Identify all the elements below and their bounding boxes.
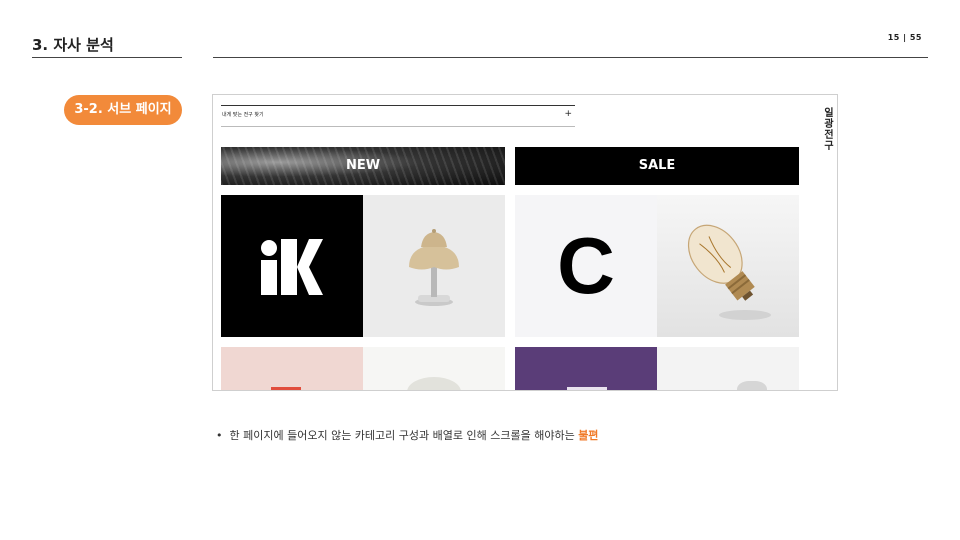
product-tile-pink[interactable]: [221, 347, 363, 390]
table-lamp-icon: [409, 229, 459, 306]
page-current: 15: [887, 33, 900, 42]
section-title: 3. 자사 분석: [32, 36, 114, 54]
section-title-underline: [32, 57, 182, 58]
red-product-label: [271, 387, 301, 390]
expand-plus-icon[interactable]: +: [564, 109, 572, 119]
brand-logo-tile-c[interactable]: C: [515, 195, 657, 337]
bullet-point: • 한 페이지에 들어오지 않는 카테고리 구성과 배열로 인해 스크롤을 해야…: [216, 427, 598, 443]
header-divider: [213, 57, 928, 58]
bulb-product-tile[interactable]: [657, 195, 799, 337]
c-logo-letter: C: [557, 221, 615, 310]
edison-bulb-icon: [687, 224, 771, 320]
page-total: 55: [909, 33, 922, 42]
white-product-shape: [407, 377, 461, 390]
page-number: 15 | 55: [888, 33, 922, 42]
brand-logo-tile-k[interactable]: [221, 195, 363, 337]
lamp-product-tile[interactable]: [363, 195, 505, 337]
brand-logo-vertical[interactable]: 일광전구: [823, 108, 835, 152]
grey-product-shape: [737, 381, 767, 390]
product-tile-purple[interactable]: [515, 347, 657, 390]
bullet-text: 한 페이지에 들어오지 않는 카테고리 구성과 배열로 인해 스크롤을 해야하는: [229, 429, 575, 442]
product-tile-grey[interactable]: [657, 347, 799, 390]
category-search-label: 내게 맞는 전구 찾기: [222, 112, 264, 118]
product-tile-white[interactable]: [363, 347, 505, 390]
website-screenshot: 내게 맞는 전구 찾기 + 일광전구 NEW SALE C: [212, 94, 838, 391]
k-logo-icon: [261, 239, 323, 295]
category-search-bar[interactable]: 내게 맞는 전구 찾기 +: [221, 105, 575, 127]
white-product-label: [567, 387, 607, 390]
sale-banner[interactable]: SALE: [515, 147, 799, 185]
bullet-marker: •: [216, 429, 223, 442]
new-banner[interactable]: NEW: [221, 147, 505, 185]
sub-section-badge: 3-2. 서브 페이지: [64, 95, 182, 125]
page-separator: |: [903, 33, 907, 42]
bullet-highlight: 불편: [578, 429, 599, 442]
